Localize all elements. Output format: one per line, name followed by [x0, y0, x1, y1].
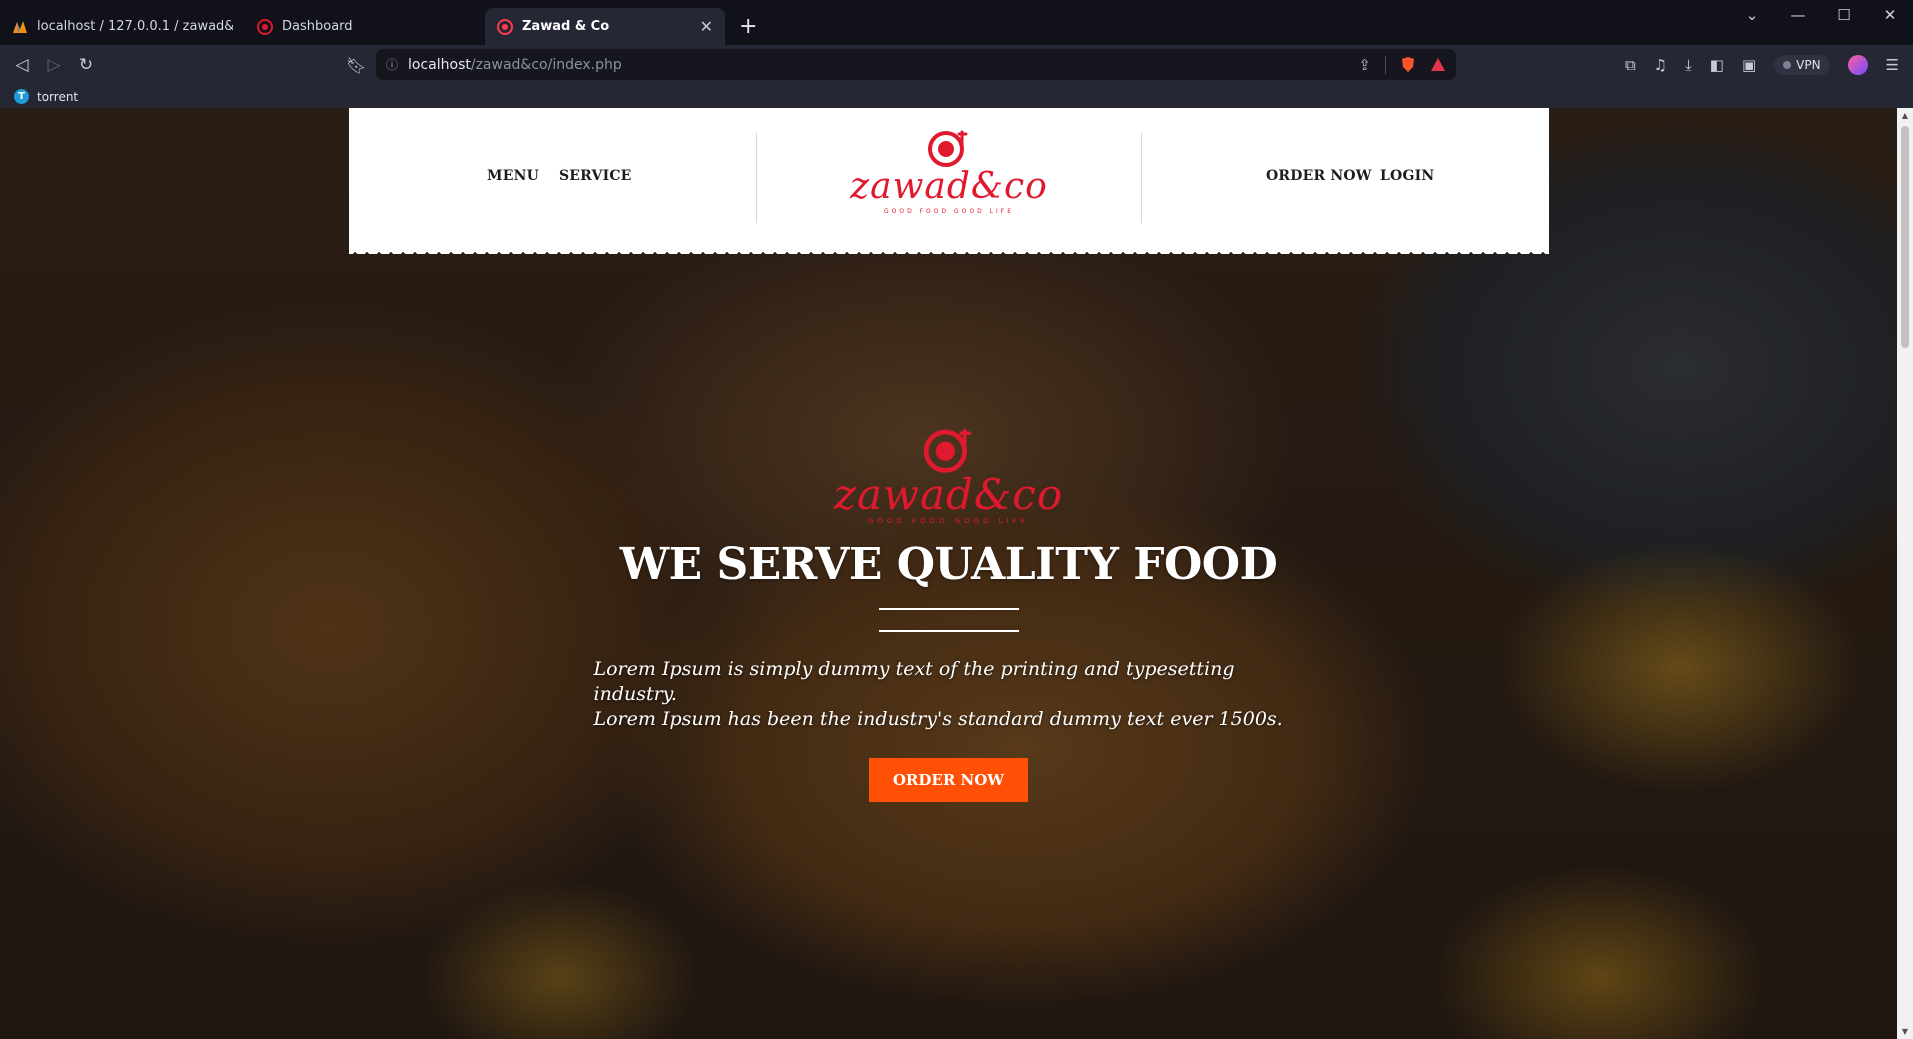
zawad-favicon-icon [497, 18, 513, 35]
phpmyadmin-icon [13, 20, 27, 33]
sidebar-icon[interactable]: ◧ [1710, 56, 1724, 74]
media-icon[interactable]: ♫ [1654, 56, 1667, 74]
site-info-icon[interactable]: ⓘ [386, 56, 398, 73]
url-host: localhost [408, 56, 471, 73]
hero-description: Lorem Ipsum is simply dummy text of the … [594, 657, 1304, 732]
close-window-button[interactable]: ✕ [1867, 6, 1913, 24]
nav-menu[interactable]: MENU [487, 168, 539, 184]
brave-rewards-icon[interactable] [1430, 57, 1446, 72]
vpn-status-icon [1783, 61, 1792, 69]
scroll-down-icon[interactable]: ▼ [1897, 1027, 1913, 1036]
hero-logo-mark-icon [923, 429, 971, 473]
order-now-button[interactable]: ORDER NOW [868, 758, 1029, 802]
forward-icon[interactable]: ▷ [38, 55, 70, 75]
hero-divider [878, 608, 1019, 610]
scroll-up-icon[interactable]: ▲ [1897, 111, 1913, 120]
hero-title: WE SERVE QUALITY FOOD [619, 539, 1278, 590]
site-header: MENU SERVICE zawad&co GOOD FOOD GOOD LIF… [349, 108, 1549, 254]
page-viewport: MENU SERVICE zawad&co GOOD FOOD GOOD LIF… [0, 108, 1897, 1039]
menu-icon[interactable]: ☰ [1886, 56, 1899, 74]
brave-shields-icon[interactable] [1400, 56, 1416, 73]
window-controls: ⌄ — ☐ ✕ [1729, 0, 1913, 30]
hero-logo-wordmark: zawad&co [833, 470, 1064, 519]
zawad-favicon-icon [257, 18, 273, 35]
tab-search-chevron-icon[interactable]: ⌄ [1729, 6, 1775, 24]
scroll-thumb[interactable] [1901, 126, 1909, 348]
maximize-button[interactable]: ☐ [1821, 6, 1867, 24]
bookmark-icon[interactable]: 🔖︎ [346, 56, 366, 75]
tab-title: localhost / 127.0.0.1 / zawad&co | phpMy… [37, 19, 233, 34]
vpn-label: VPN [1796, 58, 1821, 72]
page-scrollbar[interactable]: ▲ ▼ [1897, 108, 1913, 1039]
nav-order-now[interactable]: ORDER NOW [1266, 168, 1372, 184]
bookmarks-bar: T torrent [0, 85, 1913, 108]
hero-section: zawad&co GOOD FOOD GOOD LIFE WE SERVE QU… [0, 426, 1897, 802]
tab-dashboard[interactable]: Dashboard [245, 8, 485, 45]
bookmark-torrent[interactable]: T torrent [14, 89, 78, 104]
profile-avatar[interactable] [1847, 55, 1868, 75]
close-tab-icon[interactable]: ✕ [700, 17, 713, 36]
back-icon[interactable]: ◁ [6, 55, 38, 75]
extensions-icon[interactable]: ⧉ [1625, 56, 1636, 74]
new-tab-button[interactable]: + [725, 8, 771, 45]
tab-title: Dashboard [282, 19, 353, 34]
tab-title: Zawad & Co [522, 19, 610, 34]
browser-toolbar: ◁ ▷ ↻ 🔖︎ ⓘ localhost/zawad&co/index.php … [0, 45, 1913, 85]
torrent-icon: T [14, 89, 29, 104]
hero-divider [878, 630, 1019, 632]
wallet-icon[interactable]: ▣ [1742, 56, 1756, 74]
logo-wordmark: zawad&co [850, 166, 1048, 207]
address-bar[interactable]: ⓘ localhost/zawad&co/index.php ⇪ [376, 49, 1456, 80]
nav-login[interactable]: LOGIN [1380, 168, 1434, 184]
hero-logo-tagline: GOOD FOOD GOOD LIFE [867, 517, 1030, 525]
downloads-icon[interactable]: ⤓ [1685, 56, 1692, 74]
hero-description-line: Lorem Ipsum has been the industry's stan… [593, 708, 1283, 730]
logo-mark-icon [928, 130, 968, 167]
tab-strip: localhost / 127.0.0.1 / zawad&co | phpMy… [0, 0, 1913, 45]
bookmark-label: torrent [37, 89, 79, 104]
minimize-button[interactable]: — [1775, 6, 1821, 24]
nav-divider [756, 133, 757, 223]
logo-tagline: GOOD FOOD GOOD LIFE [883, 208, 1015, 215]
url-path: /zawad&co/index.php [470, 56, 622, 73]
nav-divider [1141, 133, 1142, 223]
reload-icon[interactable]: ↻ [70, 55, 102, 75]
tab-phpmyadmin[interactable]: localhost / 127.0.0.1 / zawad&co | phpMy… [0, 8, 245, 45]
hero-description-line: Lorem Ipsum is simply dummy text of the … [593, 658, 1235, 705]
vpn-button[interactable]: VPN [1774, 55, 1830, 75]
tab-zawad-co[interactable]: Zawad & Co ✕ [485, 8, 725, 45]
share-icon[interactable]: ⇪ [1358, 56, 1371, 74]
nav-service[interactable]: SERVICE [559, 168, 632, 184]
site-logo[interactable]: zawad&co GOOD FOOD GOOD LIFE [839, 128, 1059, 215]
